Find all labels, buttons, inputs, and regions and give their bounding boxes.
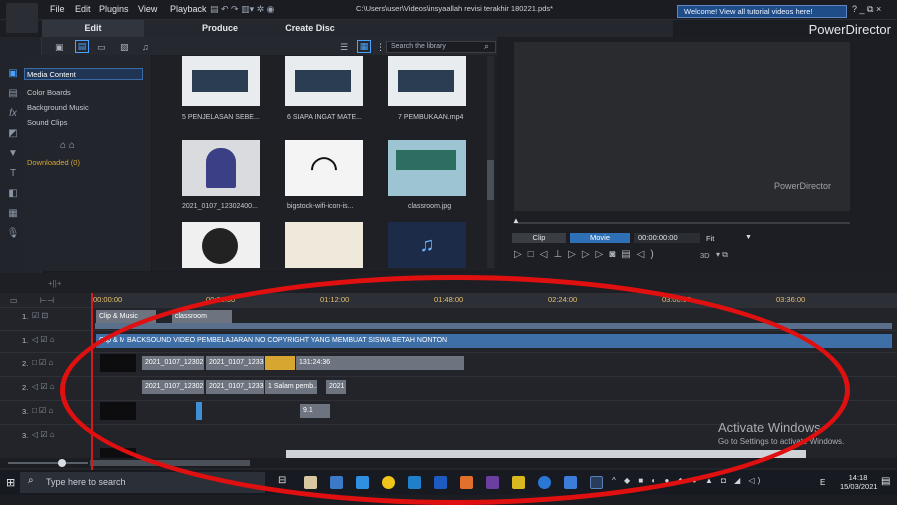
media-thumbnail[interactable] bbox=[182, 140, 260, 196]
zoom-slider-handle[interactable] bbox=[58, 459, 66, 467]
track-label: 3. bbox=[22, 407, 29, 416]
transition-room-icon[interactable]: ◧ bbox=[6, 188, 20, 200]
fx-room-icon[interactable]: fx bbox=[6, 108, 20, 120]
category-background-music[interactable]: Background Music bbox=[27, 103, 89, 112]
clock-time: 14:18 bbox=[848, 473, 868, 482]
media-thumbnail[interactable] bbox=[182, 56, 260, 106]
track-label: 2. bbox=[22, 359, 29, 368]
undock-icon[interactable]: ▾ ⧉ bbox=[716, 250, 728, 260]
3d-mode-button[interactable]: 3D bbox=[700, 251, 710, 260]
media-caption: classroom.jpg bbox=[408, 203, 452, 210]
search-icon[interactable]: ⌕ bbox=[484, 41, 489, 52]
grid-view-icon[interactable]: ▦ bbox=[357, 40, 371, 53]
ruler-tick: 03:36:00 bbox=[776, 295, 806, 304]
track-controls-icon[interactable]: ☑ ⊡ bbox=[32, 311, 48, 320]
media-thumbnail[interactable] bbox=[182, 222, 260, 268]
playback-controls[interactable]: ▷□◁⊥▷▷▷◙▤◁) bbox=[514, 249, 660, 260]
app-logo-icon[interactable] bbox=[6, 3, 38, 33]
toolbar-quick-icons[interactable]: ▤ ↶ ↷ ▥▾ ✲ ◉ bbox=[210, 4, 275, 15]
menu-edit[interactable]: Edit bbox=[75, 4, 91, 14]
track-manager-icon[interactable]: ▭ bbox=[10, 296, 18, 305]
media-thumbnail[interactable] bbox=[285, 56, 363, 106]
list-view-icon[interactable]: ☰ bbox=[340, 42, 348, 53]
track-controls-icon[interactable]: ◁ ☑ ⌂ bbox=[32, 382, 55, 391]
media-caption: bigstock-wifi-icon-is... bbox=[287, 203, 354, 210]
fit-timeline-icon[interactable]: ⊢⊣ bbox=[40, 296, 54, 305]
track-label: 2. bbox=[22, 383, 29, 392]
menu-file[interactable]: File bbox=[50, 4, 65, 14]
search-icon: ⌕ bbox=[28, 475, 34, 486]
track-controls-icon[interactable]: ◁ ☑ ⌂ bbox=[32, 335, 55, 344]
menu-playback[interactable]: Playback bbox=[170, 4, 207, 14]
tab-clip[interactable]: Clip bbox=[512, 233, 566, 243]
image-filter-icon[interactable]: ▨ bbox=[120, 42, 129, 53]
particle-room-icon[interactable]: ▼ bbox=[6, 148, 20, 160]
media-thumbnail[interactable] bbox=[388, 56, 466, 106]
library-search-input[interactable]: Search the library bbox=[386, 41, 496, 53]
track-controls-icon[interactable]: ◁ ☑ ⌂ bbox=[32, 430, 55, 439]
welcome-banner[interactable]: Welcome! View all tutorial videos here! bbox=[677, 5, 847, 18]
language-indicator[interactable]: E bbox=[820, 478, 825, 487]
category-sound-clips[interactable]: Sound Clips bbox=[27, 118, 67, 127]
start-icon[interactable]: ⊞ bbox=[6, 476, 15, 489]
track-label: 1. bbox=[22, 336, 29, 345]
tab-create-disc[interactable]: Create Disc bbox=[270, 20, 350, 37]
voiceover-room-icon[interactable]: 🎙 bbox=[6, 228, 20, 240]
category-downloaded[interactable]: Downloaded (0) bbox=[27, 158, 80, 167]
category-media-content[interactable]: Media Content bbox=[27, 70, 76, 79]
tab-edit[interactable]: Edit bbox=[42, 20, 144, 37]
menu-view[interactable]: View bbox=[138, 4, 157, 14]
brand-title: PowerDirector bbox=[808, 22, 891, 37]
preview-seekbar[interactable] bbox=[514, 222, 850, 224]
menu-plugins[interactable]: Plugins bbox=[99, 4, 129, 14]
notifications-icon[interactable]: ▤ bbox=[881, 476, 890, 487]
window-controls[interactable]: ? _ ⧉ × bbox=[852, 4, 881, 15]
clock-date: 15/03/2021 bbox=[840, 482, 878, 491]
wifi-icon[interactable]: ◠ bbox=[285, 140, 363, 196]
music-note-icon[interactable]: ♫ bbox=[388, 222, 466, 268]
media-caption: 7 PEMBUKAAN.mp4 bbox=[398, 114, 464, 121]
zoom-slider[interactable] bbox=[8, 462, 88, 464]
media-caption: 2021_0107_12302400... bbox=[182, 203, 258, 210]
text-room-icon[interactable]: T bbox=[6, 168, 20, 180]
library-scrollbar[interactable] bbox=[487, 56, 494, 268]
media-caption: 6 SIAPA INGAT MATE... bbox=[287, 114, 362, 121]
category-color-boards[interactable]: Color Boards bbox=[27, 88, 71, 97]
media-thumbnail[interactable] bbox=[285, 222, 363, 268]
track-label: 1. bbox=[22, 312, 29, 321]
ruler-tick: 00:00:00 bbox=[93, 295, 123, 304]
media-thumbnail[interactable] bbox=[388, 140, 466, 196]
clock[interactable]: 14:18 15/03/2021 bbox=[840, 473, 878, 491]
video-filter-icon[interactable]: ▭ bbox=[97, 42, 106, 53]
track-controls-icon[interactable]: □ ☑ ⌂ bbox=[32, 358, 53, 367]
chevron-down-icon[interactable]: ▼ bbox=[745, 234, 752, 241]
track-label: 3. bbox=[22, 431, 29, 440]
annotation-ellipse bbox=[60, 275, 850, 505]
title-room-icon[interactable]: ▤ bbox=[6, 88, 20, 100]
tag-icon[interactable]: ⌂ ⌂ bbox=[60, 140, 75, 151]
media-room-icon[interactable]: ▣ bbox=[6, 68, 20, 80]
timecode-display[interactable]: 00:00:00:00 bbox=[634, 233, 700, 243]
track-controls-icon[interactable]: □ ☑ ⌂ bbox=[32, 406, 53, 415]
preview-watermark: PowerDirector bbox=[774, 181, 832, 191]
file-path: C:\Users\user\Videos\insyaallah revisi t… bbox=[356, 4, 554, 13]
fit-select[interactable]: Fit bbox=[706, 234, 714, 243]
audio-filter-icon[interactable]: ♫ bbox=[142, 42, 149, 52]
pip-room-icon[interactable]: ◩ bbox=[6, 128, 20, 140]
tab-produce[interactable]: Produce bbox=[190, 20, 250, 37]
tab-movie[interactable]: Movie bbox=[570, 233, 630, 243]
audio-mix-room-icon[interactable]: ▦ bbox=[6, 208, 20, 220]
media-content-filter-icon[interactable]: ▤ bbox=[75, 40, 89, 53]
seek-handle-icon[interactable]: ▲ bbox=[512, 216, 520, 225]
media-caption: 5 PENJELASAN SEBE... bbox=[182, 114, 260, 121]
timeline-tools-icon[interactable]: +||+ bbox=[48, 279, 62, 288]
import-icon[interactable]: ▣ bbox=[55, 42, 64, 53]
